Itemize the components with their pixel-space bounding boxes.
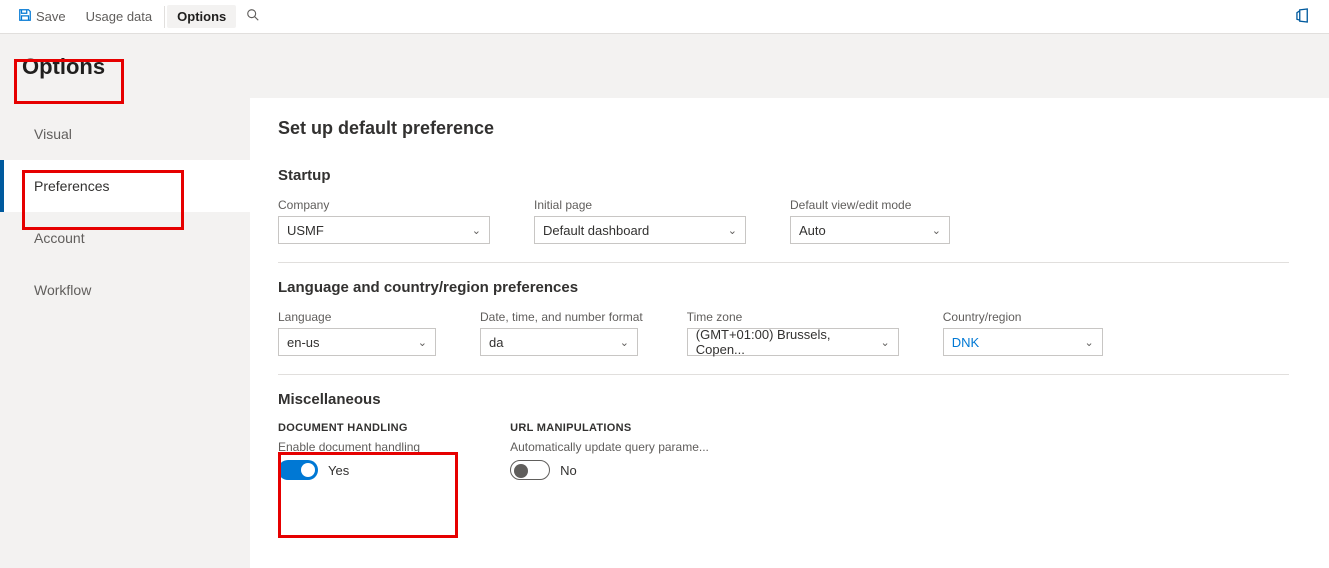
sidebar-item-account[interactable]: Account	[0, 212, 250, 264]
language-value: en-us	[287, 335, 320, 350]
field-initial-page: Initial page Default dashboard ⌄	[534, 198, 746, 244]
divider	[278, 262, 1289, 263]
default-mode-label: Default view/edit mode	[790, 198, 950, 212]
chevron-down-icon: ⌄	[1085, 336, 1094, 349]
chevron-down-icon: ⌄	[881, 336, 890, 349]
default-mode-select[interactable]: Auto ⌄	[790, 216, 950, 244]
toolbar-separator	[164, 6, 165, 28]
chevron-down-icon: ⌄	[620, 336, 629, 349]
company-value: USMF	[287, 223, 324, 238]
toolbar: Save Usage data Options	[0, 0, 1329, 34]
body: Visual Preferences Account Workflow Set …	[0, 98, 1329, 568]
section-language-title: Language and country/region preferences	[278, 279, 1289, 296]
sidebar: Visual Preferences Account Workflow	[0, 98, 250, 568]
header-area: Options	[0, 34, 1329, 98]
document-handling-toggle[interactable]	[278, 460, 318, 480]
sidebar-item-label: Workflow	[34, 282, 91, 298]
document-handling-hint: Enable document handling	[278, 440, 420, 454]
company-select[interactable]: USMF ⌄	[278, 216, 490, 244]
group-document-handling: DOCUMENT HANDLING Enable document handli…	[278, 422, 420, 480]
sidebar-item-visual[interactable]: Visual	[0, 108, 250, 160]
initial-page-label: Initial page	[534, 198, 746, 212]
sidebar-item-label: Account	[34, 230, 85, 246]
country-select[interactable]: DNK ⌄	[943, 328, 1103, 356]
url-manipulations-title: URL MANIPULATIONS	[510, 422, 709, 434]
url-manipulations-toggle[interactable]	[510, 460, 550, 480]
save-button[interactable]: Save	[8, 4, 76, 29]
time-zone-select[interactable]: (GMT+01:00) Brussels, Copen... ⌄	[687, 328, 899, 356]
page-title: Options	[22, 54, 105, 80]
search-icon	[246, 8, 260, 25]
date-format-label: Date, time, and number format	[480, 310, 643, 324]
search-button[interactable]	[236, 4, 270, 29]
language-select[interactable]: en-us ⌄	[278, 328, 436, 356]
section-miscellaneous: Miscellaneous DOCUMENT HANDLING Enable d…	[278, 391, 1289, 480]
chevron-down-icon: ⌄	[472, 224, 481, 237]
document-handling-title: DOCUMENT HANDLING	[278, 422, 420, 434]
country-value: DNK	[952, 335, 979, 350]
content: Set up default preference Startup Compan…	[250, 98, 1329, 568]
company-label: Company	[278, 198, 490, 212]
office-icon	[1296, 8, 1311, 26]
group-url-manipulations: URL MANIPULATIONS Automatically update q…	[510, 422, 709, 480]
content-heading: Set up default preference	[278, 118, 1289, 139]
date-format-select[interactable]: da ⌄	[480, 328, 638, 356]
sidebar-item-label: Preferences	[34, 178, 109, 194]
url-manipulations-toggle-label: No	[560, 463, 577, 478]
options-tab-label: Options	[177, 9, 226, 24]
field-time-zone: Time zone (GMT+01:00) Brussels, Copen...…	[687, 310, 899, 356]
initial-page-value: Default dashboard	[543, 223, 649, 238]
time-zone-label: Time zone	[687, 310, 899, 324]
field-company: Company USMF ⌄	[278, 198, 490, 244]
usage-data-button[interactable]: Usage data	[76, 5, 163, 28]
url-manipulations-hint: Automatically update query parame...	[510, 440, 709, 454]
language-label: Language	[278, 310, 436, 324]
toggle-knob	[514, 464, 528, 478]
chevron-down-icon: ⌄	[932, 224, 941, 237]
date-format-value: da	[489, 335, 503, 350]
time-zone-value: (GMT+01:00) Brussels, Copen...	[696, 327, 881, 357]
section-language: Language and country/region preferences …	[278, 279, 1289, 356]
office-addon-button[interactable]	[1286, 4, 1321, 30]
default-mode-value: Auto	[799, 223, 826, 238]
initial-page-select[interactable]: Default dashboard ⌄	[534, 216, 746, 244]
save-icon	[18, 8, 32, 25]
sidebar-item-workflow[interactable]: Workflow	[0, 264, 250, 316]
chevron-down-icon: ⌄	[418, 336, 427, 349]
document-handling-toggle-label: Yes	[328, 463, 349, 478]
sidebar-item-label: Visual	[34, 126, 72, 142]
field-country: Country/region DNK ⌄	[943, 310, 1103, 356]
field-date-format: Date, time, and number format da ⌄	[480, 310, 643, 356]
usage-data-label: Usage data	[86, 9, 153, 24]
chevron-down-icon: ⌄	[728, 224, 737, 237]
toggle-knob	[301, 463, 315, 477]
field-default-mode: Default view/edit mode Auto ⌄	[790, 198, 950, 244]
save-label: Save	[36, 9, 66, 24]
section-miscellaneous-title: Miscellaneous	[278, 391, 1289, 408]
options-tab[interactable]: Options	[167, 5, 236, 28]
section-startup: Startup Company USMF ⌄ Initial page Defa…	[278, 167, 1289, 244]
section-startup-title: Startup	[278, 167, 1289, 184]
field-language: Language en-us ⌄	[278, 310, 436, 356]
country-label: Country/region	[943, 310, 1103, 324]
divider	[278, 374, 1289, 375]
sidebar-item-preferences[interactable]: Preferences	[0, 160, 250, 212]
